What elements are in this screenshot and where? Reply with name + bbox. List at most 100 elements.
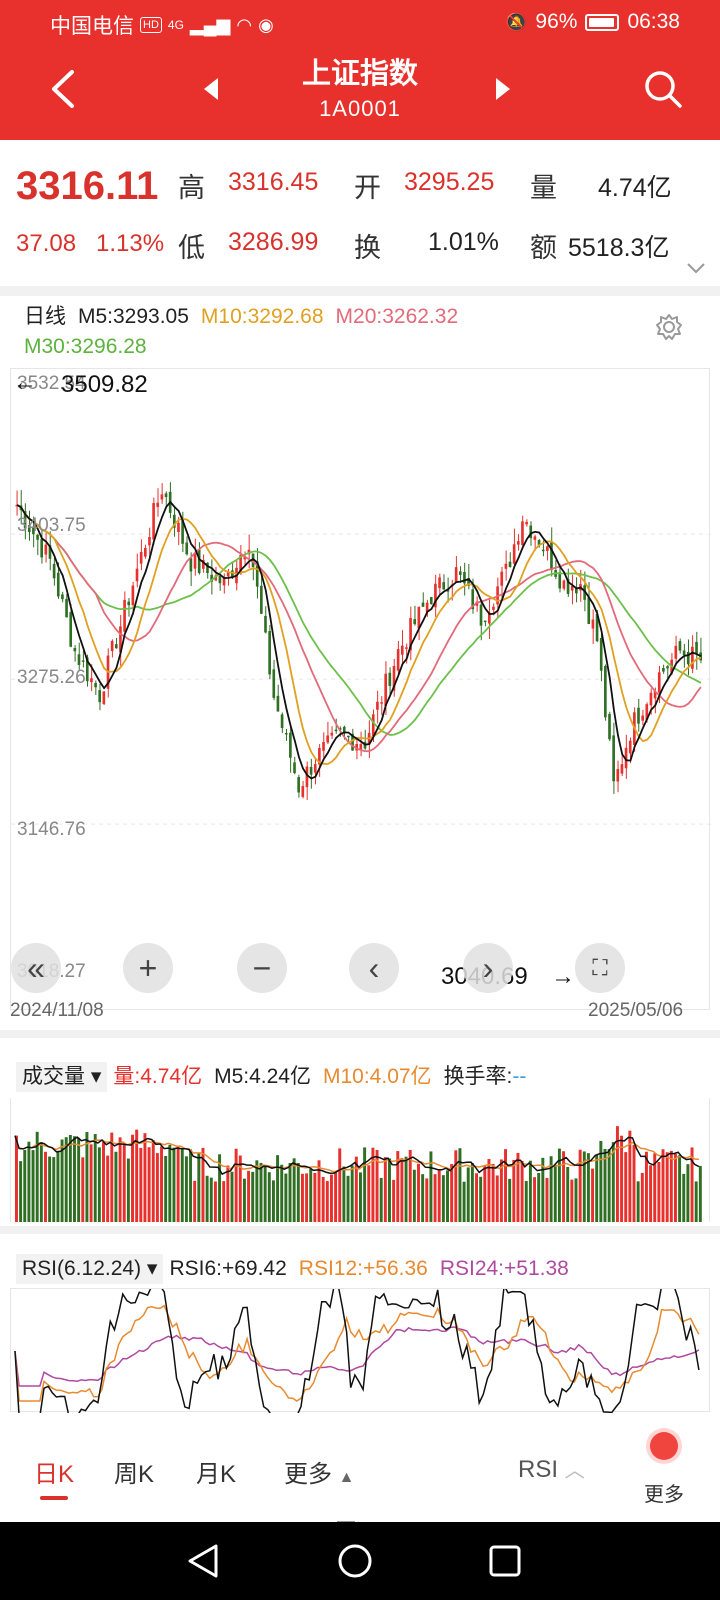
- candle-body: [359, 744, 363, 750]
- volume-bar: [226, 1165, 230, 1222]
- volume-bar: [694, 1181, 698, 1222]
- next-stock-icon[interactable]: [488, 74, 518, 104]
- volume-bar: [81, 1157, 85, 1222]
- tab-monthly[interactable]: 月K: [196, 1454, 236, 1489]
- volume-bar: [578, 1149, 582, 1222]
- candle-body: [504, 563, 508, 569]
- volume-bar: [300, 1173, 304, 1222]
- volume-bar: [271, 1180, 275, 1222]
- candle-body: [516, 541, 520, 545]
- clock: 06:38: [627, 10, 680, 33]
- volume-selector-label: 成交量: [22, 1065, 85, 1088]
- candle-body: [678, 641, 682, 651]
- volume-bar: [450, 1164, 454, 1222]
- volume-indicator-select[interactable]: 成交量 ▾: [16, 1062, 108, 1092]
- volume-bar: [429, 1151, 433, 1222]
- network-type: 4G: [167, 18, 184, 32]
- expand-chevron-icon[interactable]: [684, 260, 708, 276]
- more-menu-dot-icon[interactable]: [650, 1432, 678, 1460]
- search-icon[interactable]: [640, 66, 686, 112]
- candle-body: [628, 740, 632, 754]
- low-arrow: →: [551, 963, 575, 990]
- candle-body: [454, 567, 458, 583]
- volume-bar: [292, 1158, 296, 1222]
- more-menu-label[interactable]: 更多: [644, 1478, 684, 1507]
- volume-chart[interactable]: [10, 1098, 710, 1222]
- gear-icon[interactable]: [654, 312, 684, 342]
- volume-bar: [19, 1161, 23, 1222]
- battery-icon: [585, 13, 620, 31]
- fullscreen-icon[interactable]: ⛶: [575, 943, 625, 993]
- candle-body: [483, 620, 487, 623]
- volume-bar: [437, 1169, 441, 1222]
- volume-bar: [669, 1150, 673, 1222]
- volume-bar: [56, 1151, 60, 1222]
- prev-stock-icon[interactable]: [196, 74, 226, 104]
- ma10-label: M10:3292.68: [200, 305, 324, 328]
- tab-weekly[interactable]: 周K: [114, 1454, 154, 1489]
- zoom-out-button[interactable]: −: [237, 943, 287, 993]
- volume-bar: [52, 1157, 56, 1222]
- candle-body: [156, 502, 160, 507]
- nav-recents-icon[interactable]: [488, 1544, 522, 1578]
- amount-value: 5518.3亿: [568, 234, 670, 262]
- candle-body: [301, 786, 305, 797]
- rsi-indicator-select[interactable]: RSI(6.12.24) ▾: [16, 1254, 164, 1284]
- volume-bar: [143, 1133, 147, 1222]
- vol-value: 量:4.74亿: [113, 1065, 203, 1088]
- candle-body: [533, 536, 537, 540]
- volume-value: 4.74亿: [598, 174, 672, 202]
- candle-body: [637, 707, 640, 724]
- ma5-label: M5:3293.05: [78, 305, 189, 328]
- battery-percent: 96%: [535, 10, 578, 33]
- rsi-chart[interactable]: [10, 1288, 710, 1413]
- candle-body: [512, 544, 516, 564]
- back-arrow-icon[interactable]: [40, 64, 90, 114]
- candle-body: [384, 673, 388, 706]
- candle-body: [90, 678, 93, 683]
- candle-body: [135, 568, 139, 582]
- volume-bar: [586, 1153, 590, 1222]
- tab-daily[interactable]: 日K: [34, 1454, 74, 1489]
- nav-back-icon[interactable]: [186, 1542, 220, 1580]
- chevron-up-icon: ︿: [564, 1460, 585, 1482]
- rsi-legend: RSI(6.12.24) ▾ RSI6:+69.42 RSI12:+56.36 RSI…: [16, 1254, 706, 1284]
- tab-more[interactable]: 更多 ▲: [284, 1454, 355, 1489]
- volume-bar: [213, 1181, 217, 1222]
- volume-bar: [388, 1158, 391, 1222]
- nav-home-icon[interactable]: [336, 1542, 374, 1580]
- candle-body: [521, 521, 524, 546]
- volume-bar: [259, 1162, 263, 1222]
- volume-bar: [379, 1177, 383, 1222]
- tab-indicator-rsi[interactable]: RSI ︿: [518, 1454, 585, 1484]
- candle-body: [69, 612, 73, 647]
- kline-chart[interactable]: 3532.54 3403.75 3275.26 3146.76 3018.27 …: [10, 368, 711, 1010]
- candle-body: [612, 735, 615, 782]
- vol-m10: M10:4.07亿: [323, 1065, 432, 1088]
- candle-body: [98, 690, 102, 703]
- volume-bar: [27, 1141, 31, 1222]
- candle-body: [309, 766, 313, 775]
- volume-bar: [313, 1173, 317, 1222]
- volume-canvas: [14, 1126, 702, 1222]
- signal-icon: ▂▄▆: [189, 14, 231, 35]
- candle-body: [114, 644, 118, 649]
- volume-bar: [122, 1143, 126, 1222]
- volume-bar: [168, 1144, 172, 1222]
- scroll-right-button[interactable]: ›: [463, 943, 513, 993]
- scroll-left-button[interactable]: ‹: [349, 943, 399, 993]
- stock-title: 上证指数 1A0001: [260, 54, 460, 124]
- volume-bar: [607, 1149, 611, 1222]
- candle-body: [276, 695, 280, 712]
- volume-bar: [321, 1177, 325, 1222]
- candle-body: [604, 665, 607, 718]
- rewind-button[interactable]: «: [11, 943, 61, 993]
- volume-bar: [462, 1181, 466, 1222]
- candle-body: [508, 561, 512, 568]
- zoom-in-button[interactable]: +: [123, 943, 173, 993]
- volume-bar: [570, 1179, 574, 1222]
- volume-bar: [574, 1178, 578, 1222]
- candle-body: [65, 598, 68, 618]
- volume-bar: [346, 1175, 350, 1222]
- volume-legend: 成交量 ▾ 量:4.74亿 M5:4.24亿 M10:4.07亿 换手率:--: [16, 1062, 706, 1092]
